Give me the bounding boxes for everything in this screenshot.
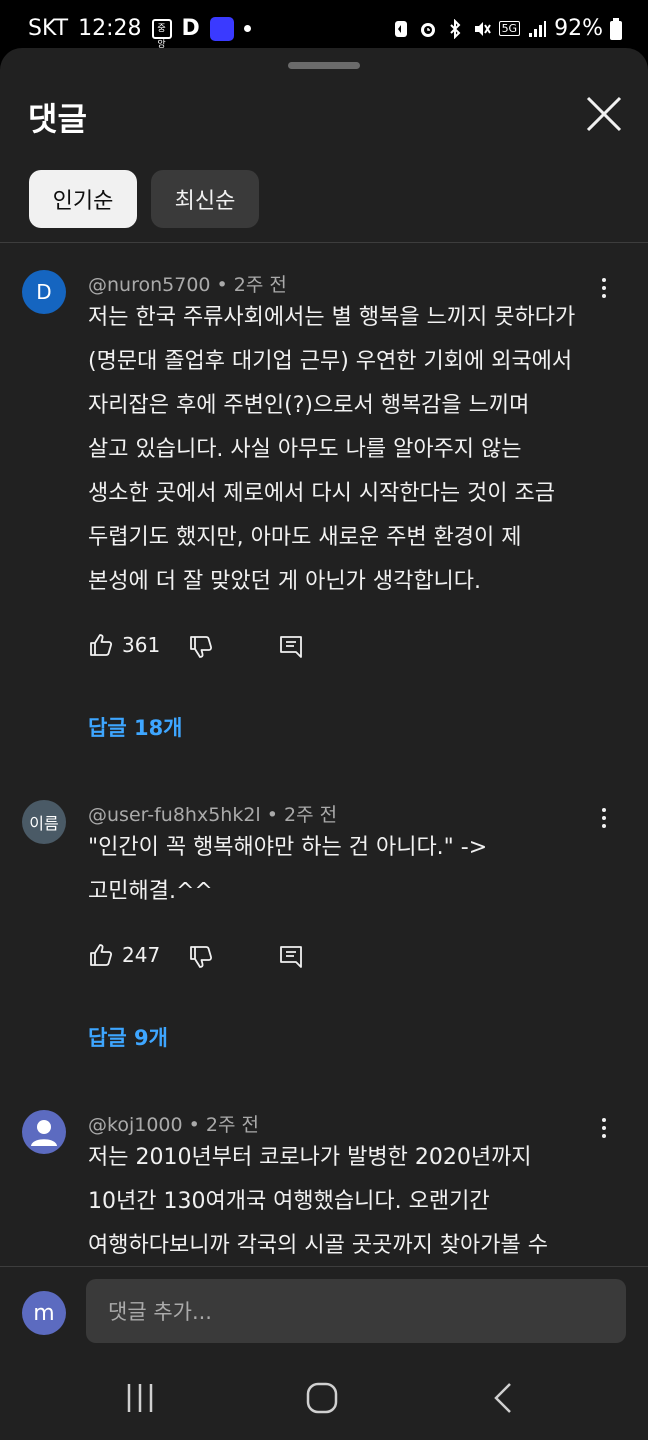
reply-icon[interactable]	[278, 944, 304, 970]
close-icon[interactable]	[582, 92, 626, 136]
default-user-icon	[31, 1120, 57, 1146]
clock: 12:28	[78, 16, 142, 41]
add-comment-input[interactable]: 댓글 추가...	[86, 1279, 626, 1343]
sort-chip-top[interactable]: 인기순	[29, 170, 137, 228]
like-count: 247	[122, 943, 161, 967]
comment-text: 저는 한국 주류사회에서는 별 행복을 느끼지 못하다가 (명문대 졸업후 대기…	[88, 305, 576, 594]
battery-percent: 92%	[554, 16, 603, 41]
avatar[interactable]: 이름	[22, 800, 66, 844]
comment-time: 2주 전	[233, 274, 287, 296]
comment-author[interactable]: @user-fu8hx5hk2l	[88, 804, 261, 826]
home-icon[interactable]	[302, 1378, 342, 1418]
avatar[interactable]	[22, 1110, 66, 1154]
like-button[interactable]: 247	[88, 942, 160, 968]
like-button[interactable]: 361	[88, 632, 160, 658]
view-replies-button[interactable]: 답글 9개	[88, 1022, 168, 1052]
sort-chip-newest[interactable]: 최신순	[151, 170, 259, 228]
battery-icon	[610, 17, 622, 40]
thumbs-up-icon	[90, 944, 113, 966]
view-replies-button[interactable]: 답글 18개	[88, 712, 183, 742]
comment-time: 2주 전	[205, 1114, 259, 1136]
thumbs-down-icon[interactable]	[188, 944, 214, 970]
comment-meta: @koj1000 • 2주 전	[88, 1114, 259, 1136]
bluetooth-icon	[449, 18, 460, 39]
comment-meta: @nuron5700 • 2주 전	[88, 274, 287, 296]
news-app-icon: 중앙	[151, 18, 172, 50]
dnd-icon	[394, 20, 407, 37]
like-count: 361	[122, 633, 161, 657]
mute-icon	[474, 21, 491, 36]
thumbs-down-icon[interactable]	[188, 634, 214, 660]
sheet-title: 댓글	[28, 100, 87, 138]
alarm-icon	[420, 22, 435, 37]
thumbs-up-icon	[90, 634, 113, 656]
back-icon[interactable]	[484, 1378, 524, 1418]
comment-author[interactable]: @nuron5700	[88, 274, 211, 296]
system-nav-bar	[0, 1360, 648, 1440]
drag-handle[interactable]	[288, 62, 360, 69]
comment-meta: @user-fu8hx5hk2l • 2주 전	[88, 804, 338, 826]
comment-text: 저는 2010년부터 코로나가 발병한 2020년까지 10년간 130여개국 …	[88, 1145, 549, 1258]
comment-author[interactable]: @koj1000	[88, 1114, 183, 1136]
reply-icon[interactable]	[278, 634, 304, 660]
current-user-avatar: m	[22, 1291, 66, 1335]
app-notification-icon	[209, 16, 234, 41]
carrier-label: SKT	[28, 16, 69, 41]
more-notifications-icon	[243, 25, 251, 32]
comment-text: "인간이 꼭 행복해야만 하는 건 아니다." -> 고민해결.^^	[88, 835, 488, 904]
signal-icon	[529, 20, 547, 37]
header-divider	[0, 242, 648, 243]
comments-sheet: 댓글 인기순 최신순 D @nuron5700 • 2주 전 저는 한국 주류사…	[0, 48, 648, 1440]
avatar[interactable]: D	[22, 270, 66, 314]
daum-app-icon: D	[181, 16, 200, 41]
comment-time: 2주 전	[284, 804, 338, 826]
recent-apps-icon[interactable]	[120, 1378, 160, 1418]
network-type-icon: 5G	[498, 21, 521, 36]
